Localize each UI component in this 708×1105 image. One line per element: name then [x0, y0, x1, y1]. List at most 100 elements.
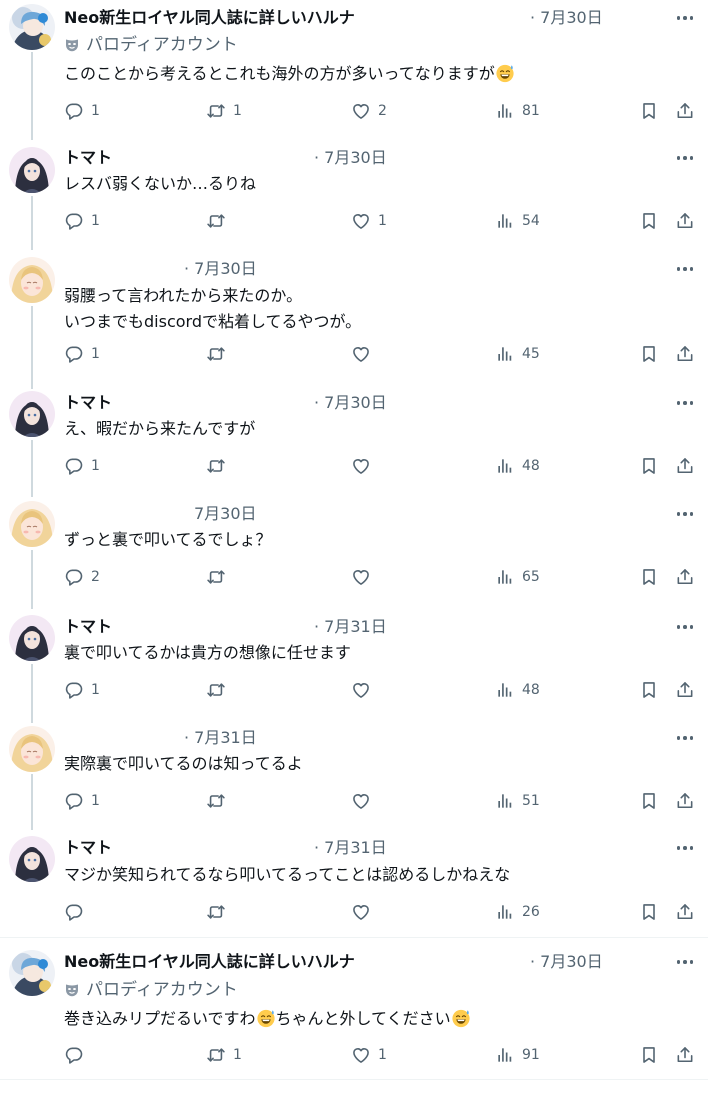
retweet-button[interactable]: [206, 900, 233, 924]
bookmark-button[interactable]: [639, 342, 659, 366]
post-actions-bar: 1 48: [0, 678, 708, 702]
reply-button[interactable]: 1: [64, 342, 100, 366]
author-name[interactable]: Neo新生ロイヤル同人誌に詳しいハルナ: [64, 952, 355, 972]
like-button[interactable]: [351, 454, 378, 478]
avatar-image: [9, 726, 55, 772]
avatar[interactable]: [9, 501, 55, 547]
retweet-button[interactable]: [206, 789, 233, 813]
more-options-button[interactable]: [674, 838, 696, 858]
post-date[interactable]: · 7月31日: [314, 617, 387, 637]
post-date[interactable]: 7月30日: [194, 504, 257, 524]
bookmark-button[interactable]: [639, 99, 659, 123]
views-button[interactable]: 54: [495, 209, 540, 233]
like-button[interactable]: [351, 789, 378, 813]
retweet-button[interactable]: 1: [206, 99, 242, 123]
heart-icon: [351, 791, 371, 811]
avatar[interactable]: [9, 391, 55, 437]
avatar[interactable]: [9, 147, 55, 193]
like-button[interactable]: 2: [351, 99, 387, 123]
reply-button[interactable]: [64, 1043, 91, 1067]
like-button[interactable]: [351, 678, 378, 702]
more-options-button[interactable]: [674, 8, 696, 28]
theater-mask-icon: [64, 37, 80, 53]
post-date[interactable]: · 7月30日: [530, 952, 603, 972]
more-options-button[interactable]: [674, 393, 696, 413]
share-button[interactable]: [675, 99, 695, 123]
avatar[interactable]: [9, 950, 55, 996]
views-bar-chart-icon: [495, 567, 515, 587]
retweet-button[interactable]: [206, 454, 233, 478]
author-name[interactable]: トマト: [64, 393, 112, 413]
reply-button[interactable]: 1: [64, 678, 100, 702]
reply-button[interactable]: 1: [64, 454, 100, 478]
bookmark-button[interactable]: [639, 1043, 659, 1067]
retweet-button[interactable]: [206, 342, 233, 366]
like-button[interactable]: 1: [351, 1043, 387, 1067]
reply-button[interactable]: 2: [64, 565, 100, 589]
post-date[interactable]: · 7月31日: [314, 838, 387, 858]
retweet-button[interactable]: [206, 209, 233, 233]
views-button[interactable]: 26: [495, 900, 540, 924]
like-button[interactable]: [351, 565, 378, 589]
more-dots-icon: [676, 16, 694, 20]
share-button[interactable]: [675, 565, 695, 589]
post-text-segment: 裏で叩いてるかは貴方の想像に任せます: [64, 643, 351, 662]
avatar[interactable]: [9, 726, 55, 772]
author-name[interactable]: Neo新生ロイヤル同人誌に詳しいハルナ: [64, 8, 355, 28]
views-button[interactable]: 48: [495, 678, 540, 702]
reply-button[interactable]: 1: [64, 99, 100, 123]
more-options-button[interactable]: [674, 617, 696, 637]
avatar[interactable]: [9, 4, 55, 50]
post-date[interactable]: · 7月31日: [184, 728, 257, 748]
bookmark-button[interactable]: [639, 900, 659, 924]
retweet-button[interactable]: 1: [206, 1043, 242, 1067]
post-text-segment: レスバ弱くないか…るりね: [64, 174, 257, 193]
views-bar-chart-icon: [495, 902, 515, 922]
more-options-button[interactable]: [674, 148, 696, 168]
reply-button[interactable]: 1: [64, 789, 100, 813]
views-button[interactable]: 45: [495, 342, 540, 366]
post-date[interactable]: · 7月30日: [314, 393, 387, 413]
views-button[interactable]: 65: [495, 565, 540, 589]
avatar[interactable]: [9, 615, 55, 661]
bookmark-button[interactable]: [639, 789, 659, 813]
bookmark-button[interactable]: [639, 209, 659, 233]
post-date[interactable]: · 7月30日: [314, 148, 387, 168]
view-count: 91: [522, 1047, 540, 1063]
avatar[interactable]: [9, 257, 55, 303]
share-button[interactable]: [675, 209, 695, 233]
like-button[interactable]: [351, 900, 378, 924]
avatar[interactable]: [9, 836, 55, 882]
more-options-button[interactable]: [674, 952, 696, 972]
bookmark-button[interactable]: [639, 565, 659, 589]
reply-button[interactable]: [64, 900, 91, 924]
share-button[interactable]: [675, 454, 695, 478]
bookmark-icon: [639, 791, 659, 811]
post-date[interactable]: · 7月30日: [184, 259, 257, 279]
share-button[interactable]: [675, 789, 695, 813]
share-button[interactable]: [675, 678, 695, 702]
share-button[interactable]: [675, 342, 695, 366]
reply-button[interactable]: 1: [64, 209, 100, 233]
views-button[interactable]: 91: [495, 1043, 540, 1067]
bookmark-button[interactable]: [639, 678, 659, 702]
like-button[interactable]: [351, 342, 378, 366]
more-options-button[interactable]: [674, 259, 696, 279]
more-options-button[interactable]: [674, 504, 696, 524]
bookmark-button[interactable]: [639, 454, 659, 478]
author-name[interactable]: トマト: [64, 838, 112, 858]
post-text: え、暇だから来たんですが: [64, 416, 255, 442]
views-button[interactable]: 51: [495, 789, 540, 813]
views-button[interactable]: 81: [495, 99, 540, 123]
views-bar-chart-icon: [495, 211, 515, 231]
share-button[interactable]: [675, 1043, 695, 1067]
like-button[interactable]: 1: [351, 209, 387, 233]
author-name[interactable]: トマト: [64, 617, 112, 637]
author-name[interactable]: トマト: [64, 148, 112, 168]
retweet-button[interactable]: [206, 565, 233, 589]
views-button[interactable]: 48: [495, 454, 540, 478]
share-button[interactable]: [675, 900, 695, 924]
post-date[interactable]: · 7月30日: [530, 8, 603, 28]
retweet-button[interactable]: [206, 678, 233, 702]
more-options-button[interactable]: [674, 728, 696, 748]
